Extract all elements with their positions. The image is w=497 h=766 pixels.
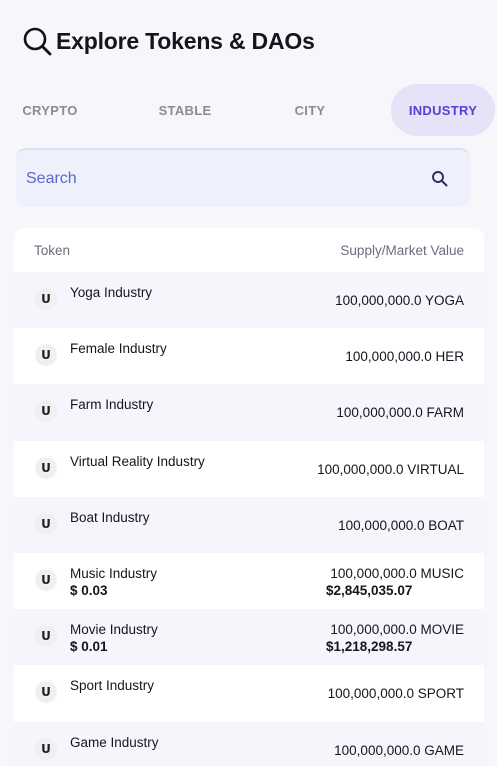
token-name: Boat Industry xyxy=(70,509,150,525)
token-supply: 100,000,000.0 YOGA xyxy=(335,293,464,308)
table-row[interactable]: U Sport Industry 100,000,000.0 SPORT xyxy=(14,665,484,722)
table-row[interactable]: U Farm Industry 100,000,000.0 FARM xyxy=(14,384,484,441)
tab-city[interactable]: CITY xyxy=(284,84,336,136)
token-supply: 100,000,000.0 HER xyxy=(345,349,464,365)
token-logo-icon: U xyxy=(35,568,57,591)
column-header-supply: Supply/Market Value xyxy=(340,243,464,258)
token-supply: 100,000,000.0 SPORT xyxy=(327,686,464,702)
table-row[interactable]: U Virtual Reality Industry 100,000,000.0… xyxy=(14,440,484,497)
token-name: Music Industry xyxy=(70,565,158,581)
token-market-value: $1,218,298.57 xyxy=(326,639,413,655)
page-header: Explore Tokens & DAOs xyxy=(22,26,315,56)
table-row[interactable]: U Movie Industry $ 0.01 100,000,000.0 MO… xyxy=(14,609,484,666)
page-title: Explore Tokens & DAOs xyxy=(56,27,315,54)
token-name: Virtual Reality Industry xyxy=(70,453,205,469)
table-row[interactable]: U Game Industry 100,000,000.0 GAME xyxy=(14,721,484,766)
category-tabs: CRYPTO STABLE CITY INDUSTRY xyxy=(0,84,497,136)
token-supply: 100,000,000.0 MUSIC xyxy=(330,565,464,581)
token-logo-icon: U xyxy=(35,512,57,535)
token-name: Female Industry xyxy=(70,341,167,357)
token-name: Farm Industry xyxy=(70,397,154,413)
token-supply: 100,000,000.0 MOVIE xyxy=(330,622,464,638)
token-price: $ 0.03 xyxy=(70,582,108,598)
token-logo-icon: U xyxy=(35,400,57,423)
token-name: Game Industry xyxy=(70,734,159,750)
token-logo-icon: U xyxy=(35,625,57,648)
table-row[interactable]: U Boat Industry 100,000,000.0 BOAT xyxy=(14,496,484,553)
table-row[interactable]: U Music Industry $ 0.03 100,000,000.0 MU… xyxy=(14,552,484,610)
table-body: U Yoga Industry 100,000,000.0 YOGA U Fem… xyxy=(14,272,484,766)
token-logo-icon: U xyxy=(35,737,57,760)
tab-stable[interactable]: STABLE xyxy=(149,84,221,136)
search-button-icon[interactable] xyxy=(431,170,448,187)
token-logo-icon: U xyxy=(35,456,57,479)
token-name: Sport Industry xyxy=(70,678,155,694)
search-input[interactable] xyxy=(16,169,406,188)
token-supply: 100,000,000.0 FARM xyxy=(336,405,464,421)
token-logo-icon: U xyxy=(35,344,57,367)
search-bar xyxy=(16,148,470,207)
token-supply: 100,000,000.0 VIRTUAL xyxy=(317,461,464,477)
token-name: Movie Industry xyxy=(70,622,158,638)
token-supply: 100,000,000.0 BOAT xyxy=(338,517,464,533)
token-price: $ 0.01 xyxy=(70,639,108,655)
token-name: Yoga Industry xyxy=(70,285,153,300)
token-logo-icon: U xyxy=(35,681,57,704)
tab-industry[interactable]: INDUSTRY xyxy=(391,84,495,136)
column-header-token: Token xyxy=(34,243,71,258)
token-table: Token Supply/Market Value U Yoga Industr… xyxy=(14,228,484,766)
table-row[interactable]: U Female Industry 100,000,000.0 HER xyxy=(14,328,484,385)
token-supply: 100,000,000.0 GAME xyxy=(334,742,464,758)
search-icon xyxy=(23,27,52,56)
token-market-value: $2,845,035.07 xyxy=(326,582,413,598)
table-row[interactable]: U Yoga Industry 100,000,000.0 YOGA xyxy=(14,272,484,329)
table-header: Token Supply/Market Value xyxy=(14,228,484,272)
tab-crypto[interactable]: CRYPTO xyxy=(14,84,86,136)
token-logo-icon: U xyxy=(35,288,57,310)
